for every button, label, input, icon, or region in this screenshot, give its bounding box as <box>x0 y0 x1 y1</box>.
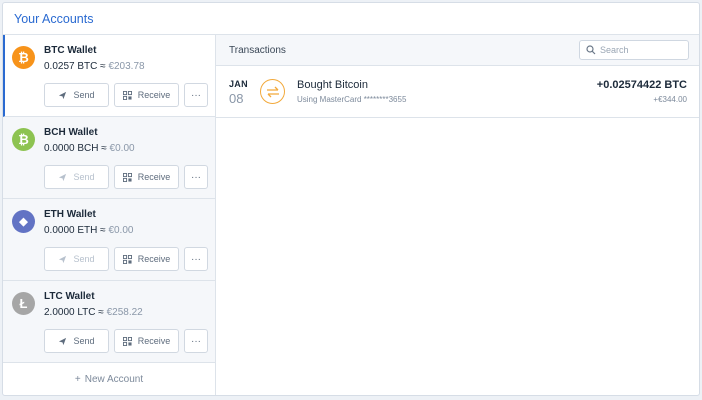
more-options-button[interactable]: ··· <box>184 83 208 107</box>
bitcoin-icon: ₿ <box>12 46 35 69</box>
qr-code-icon <box>122 336 132 346</box>
accounts-window: Your Accounts ₿ BTC Wallet 0.0257 BTC ≈ … <box>2 2 700 396</box>
search-box[interactable] <box>579 40 689 60</box>
transactions-header: Transactions <box>216 35 699 66</box>
wallet-name: ETH Wallet <box>44 209 96 220</box>
send-button[interactable]: Send <box>44 247 109 271</box>
wallet-name: BCH Wallet <box>44 127 98 138</box>
wallet-balance: 0.0000 ETH ≈ €0.00 <box>44 225 134 236</box>
transaction-label: Bought Bitcoin <box>297 79 368 91</box>
transaction-payment-method: Using MasterCard ********3655 <box>297 95 407 104</box>
accounts-header: Your Accounts <box>3 3 699 35</box>
new-account-button[interactable]: + New Account <box>3 363 215 395</box>
litecoin-icon: Ł <box>12 292 35 315</box>
more-options-button[interactable]: ··· <box>184 165 208 189</box>
wallet-fiat-value: €203.78 <box>108 61 145 72</box>
receive-button[interactable]: Receive <box>114 247 179 271</box>
wallet-sidebar: ₿ BTC Wallet 0.0257 BTC ≈ €203.78 Send R… <box>3 35 216 395</box>
send-icon <box>59 255 67 263</box>
wallet-item-eth[interactable]: ◆ ETH Wallet 0.0000 ETH ≈ €0.00 Send Rec… <box>3 199 215 281</box>
receive-button[interactable]: Receive <box>114 83 179 107</box>
send-icon <box>59 173 67 181</box>
send-button[interactable]: Send <box>44 165 109 189</box>
qr-code-icon <box>122 90 132 100</box>
transaction-month: JAN <box>229 79 248 89</box>
wallet-name: LTC Wallet <box>44 291 95 302</box>
receive-button[interactable]: Receive <box>114 165 179 189</box>
transaction-fiat-amount: +€344.00 <box>653 95 687 104</box>
exchange-arrows-icon <box>260 79 285 104</box>
wallet-item-btc[interactable]: ₿ BTC Wallet 0.0257 BTC ≈ €203.78 Send R… <box>3 35 215 117</box>
wallet-fiat-value: €0.00 <box>109 143 135 154</box>
transaction-amount: +0.02574422 BTC <box>596 79 687 91</box>
transaction-day: 08 <box>229 91 244 106</box>
send-button[interactable]: Send <box>44 83 109 107</box>
search-input[interactable] <box>600 45 684 55</box>
wallet-fiat-value: €0.00 <box>108 225 134 236</box>
accounts-body: ₿ BTC Wallet 0.0257 BTC ≈ €203.78 Send R… <box>3 35 699 395</box>
wallet-item-ltc[interactable]: Ł LTC Wallet 2.0000 LTC ≈ €258.22 Send R… <box>3 281 215 363</box>
wallet-fiat-value: €258.22 <box>106 307 143 318</box>
plus-icon: + <box>74 373 81 385</box>
wallet-balance: 0.0257 BTC ≈ €203.78 <box>44 61 145 72</box>
wallet-balance: 2.0000 LTC ≈ €258.22 <box>44 307 143 318</box>
qr-code-icon <box>122 254 132 264</box>
qr-code-icon <box>122 172 132 182</box>
ethereum-icon: ◆ <box>12 210 35 233</box>
more-options-button[interactable]: ··· <box>184 329 208 353</box>
send-icon <box>59 337 67 345</box>
more-options-button[interactable]: ··· <box>184 247 208 271</box>
send-button[interactable]: Send <box>44 329 109 353</box>
bitcoin-cash-icon: ₿ <box>12 128 35 151</box>
search-icon <box>586 45 596 55</box>
receive-button[interactable]: Receive <box>114 329 179 353</box>
transaction-row[interactable]: JAN 08 Bought Bitcoin Using MasterCard *… <box>216 66 699 118</box>
page-title: Your Accounts <box>14 11 94 26</box>
wallet-balance: 0.0000 BCH ≈ €0.00 <box>44 143 135 154</box>
wallet-item-bch[interactable]: ₿ BCH Wallet 0.0000 BCH ≈ €0.00 Send Rec… <box>3 117 215 199</box>
transactions-title: Transactions <box>229 44 286 56</box>
send-icon <box>59 91 67 99</box>
wallet-name: BTC Wallet <box>44 45 97 56</box>
transactions-panel: Transactions JAN 08 Bought Bitcoin Using… <box>216 35 699 395</box>
new-account-label: New Account <box>84 373 144 385</box>
